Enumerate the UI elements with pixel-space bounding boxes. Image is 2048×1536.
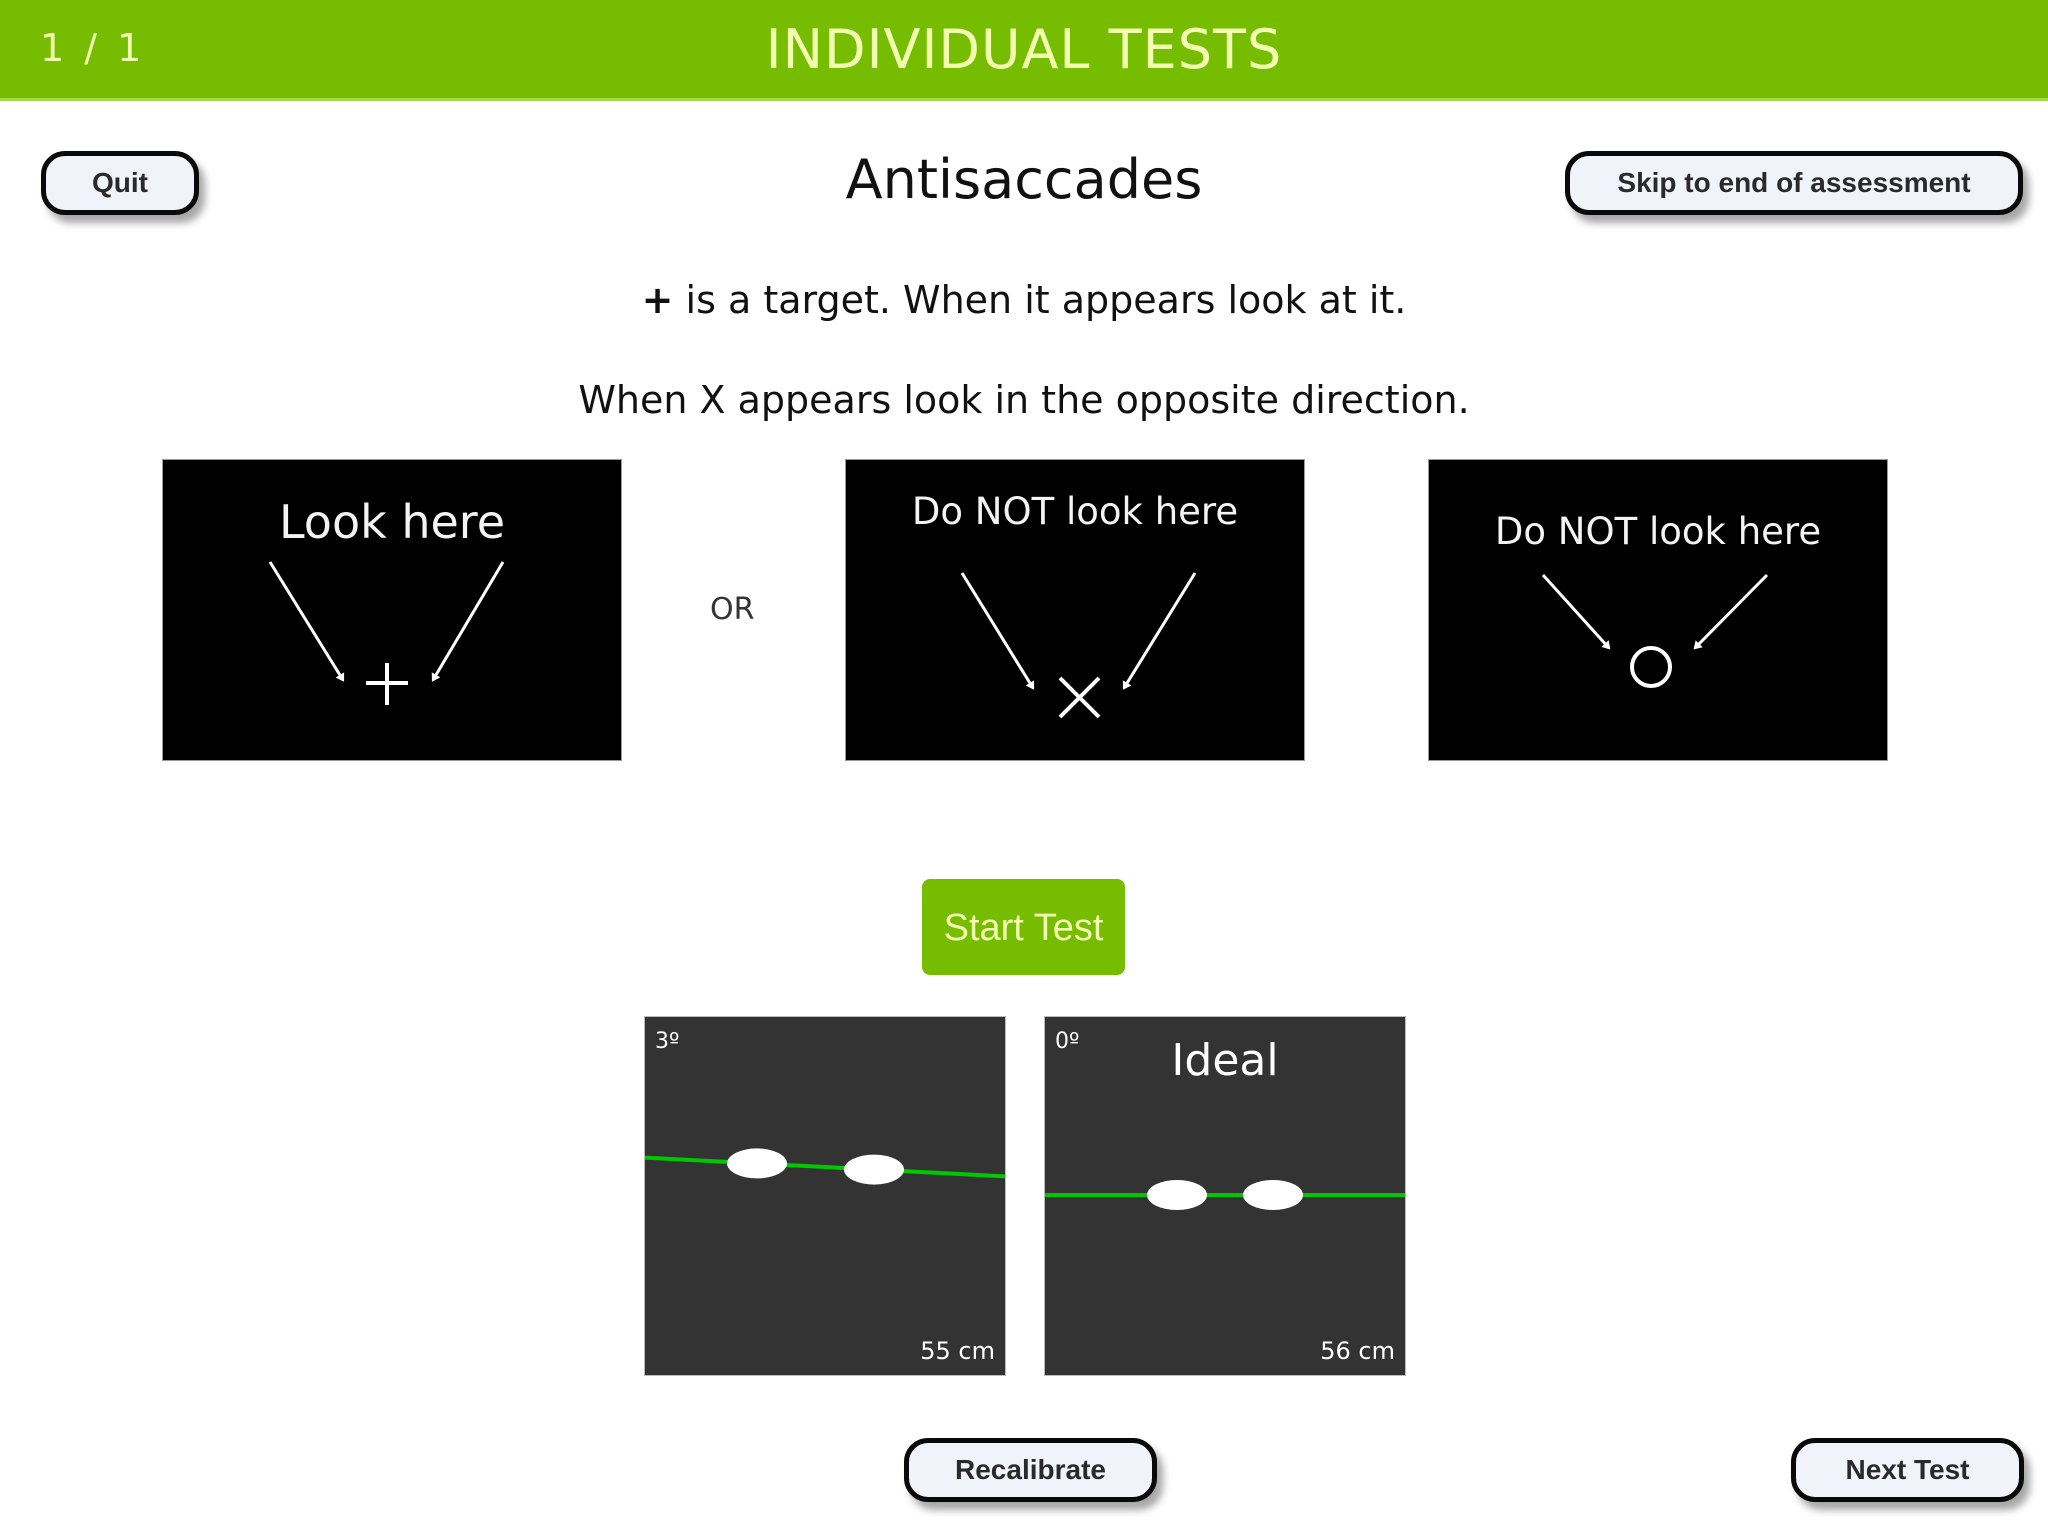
distance-readout: 56 cm: [1320, 1337, 1395, 1365]
skip-to-end-button[interactable]: Skip to end of assessment: [1565, 151, 2023, 215]
eye-right-icon: [844, 1154, 904, 1185]
or-label: OR: [710, 592, 755, 627]
arrow-left-icon: [268, 561, 345, 682]
instruction-opposite: When X appears look in the opposite dire…: [578, 378, 1470, 422]
eye-left-icon: [1147, 1180, 1207, 1210]
arrows-icon: [268, 561, 505, 705]
example-panel-circle: Do NOT look here: [1428, 459, 1888, 761]
header-title: INDIVIDUAL TESTS: [765, 18, 1283, 81]
camera-preview-tilted: 3º 55 cm: [644, 1016, 1006, 1376]
recalibrate-button[interactable]: Recalibrate: [904, 1438, 1157, 1502]
arrow-left-icon: [1541, 573, 1611, 650]
eye-right-icon: [1243, 1180, 1303, 1210]
example-panel-look-here: Look here: [162, 459, 622, 761]
arrow-right-icon: [431, 561, 505, 682]
arrow-right-icon: [1122, 572, 1197, 690]
x-icon: [1058, 676, 1101, 719]
position-status: Ideal: [1171, 1035, 1279, 1086]
header-bar: 1 / 1 INDIVIDUAL TESTS: [0, 0, 2048, 101]
example-panel-x: Do NOT look here: [845, 459, 1305, 761]
instruction-target-text: is a target. When it appears look at it.: [673, 278, 1407, 322]
arrows-icon: [1541, 573, 1769, 688]
plus-icon: [366, 663, 408, 705]
arrow-left-icon: [960, 572, 1035, 690]
tilt-angle: 3º: [655, 1029, 680, 1054]
circle-icon: [1630, 646, 1672, 688]
distance-readout: 55 cm: [920, 1337, 995, 1365]
eye-tracking-view: [645, 1148, 1005, 1185]
camera-preview-ideal: 0º Ideal 56 cm: [1044, 1016, 1406, 1376]
next-test-button[interactable]: Next Test: [1791, 1438, 2024, 1502]
arrow-right-icon: [1693, 573, 1769, 650]
plus-symbol: +: [641, 278, 674, 322]
arrows-icon: [960, 572, 1197, 719]
start-test-button[interactable]: Start Test: [922, 879, 1125, 975]
instruction-target: + is a target. When it appears look at i…: [0, 278, 2048, 322]
head-level-line: [645, 1155, 1005, 1179]
eye-left-icon: [727, 1148, 787, 1179]
